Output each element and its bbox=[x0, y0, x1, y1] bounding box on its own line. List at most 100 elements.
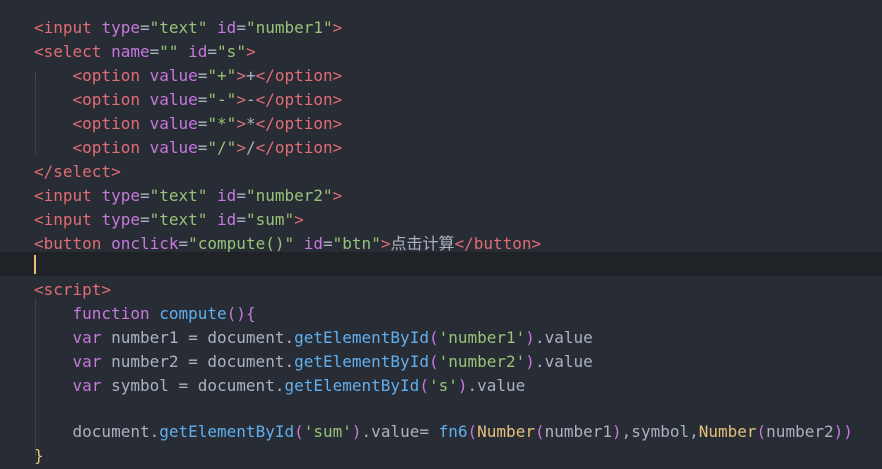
code-line[interactable]: <input type="text" id="sum"> bbox=[0, 208, 882, 232]
code-line-active[interactable] bbox=[0, 252, 882, 276]
code-token: "sum" bbox=[245, 210, 295, 229]
code-token: value bbox=[149, 66, 198, 85]
code-token: id bbox=[217, 18, 237, 37]
code-token: > bbox=[332, 186, 343, 205]
code-token: ( bbox=[294, 422, 304, 441]
code-token: value bbox=[149, 114, 198, 133]
text-cursor bbox=[34, 255, 36, 274]
code-token: value bbox=[149, 138, 198, 157]
code-text: <script> bbox=[34, 278, 111, 302]
code-text: document.getElementById('sum').value= fn… bbox=[34, 420, 853, 444]
code-token: = bbox=[197, 66, 208, 85]
code-token: compute bbox=[159, 304, 227, 323]
code-token: (){ bbox=[226, 304, 256, 323]
code-token: <script> bbox=[34, 280, 112, 299]
code-token: > bbox=[236, 138, 246, 157]
code-token: function bbox=[72, 304, 160, 323]
code-token: ,symbol, bbox=[621, 422, 699, 441]
code-token: 'number1' bbox=[438, 328, 526, 347]
code-text: <input type="text" id="number2"> bbox=[34, 184, 342, 208]
code-token: .value= bbox=[361, 422, 439, 441]
code-line[interactable]: <select name="" id="s"> bbox=[0, 40, 882, 64]
code-token: "/" bbox=[207, 138, 237, 157]
code-line[interactable]: <option value="-">-</option> bbox=[0, 88, 882, 112]
code-token: <option bbox=[72, 90, 150, 109]
code-token: type bbox=[101, 210, 140, 229]
code-token: fn6 bbox=[438, 422, 468, 441]
code-token: "text" bbox=[149, 210, 208, 229]
code-token: = bbox=[139, 18, 150, 37]
code-line[interactable]: } bbox=[0, 444, 882, 468]
code-text: <input type="text" id="sum"> bbox=[34, 208, 304, 232]
code-token: ( bbox=[419, 376, 429, 395]
code-token: ( bbox=[428, 328, 439, 347]
code-editor[interactable]: <input type="text" id="number1"> <select … bbox=[0, 0, 882, 469]
code-token: <button bbox=[34, 234, 112, 253]
code-line[interactable]: <input type="text" id="number1"> bbox=[0, 16, 882, 40]
code-line[interactable]: </select> bbox=[0, 160, 882, 184]
code-token: <option bbox=[72, 66, 150, 85]
code-token: = bbox=[236, 210, 246, 229]
code-token: > bbox=[245, 42, 256, 61]
code-token: > bbox=[332, 18, 343, 37]
code-line[interactable]: document.getElementById('sum').value= fn… bbox=[0, 420, 882, 444]
code-text: <option value="+">+</option> bbox=[34, 64, 343, 88]
code-line[interactable] bbox=[0, 398, 882, 422]
code-token: ) bbox=[612, 422, 622, 441]
code-token: = bbox=[178, 234, 189, 253]
code-line[interactable]: <option value="*">*</option> bbox=[0, 112, 882, 136]
code-token: onclick bbox=[111, 234, 179, 253]
code-token: = bbox=[236, 18, 246, 37]
code-text: <option value="/">/</option> bbox=[34, 136, 343, 160]
code-text: var number2 = document.getElementById('n… bbox=[34, 350, 593, 374]
code-line[interactable]: <input type="text" id="number2"> bbox=[0, 184, 882, 208]
code-line[interactable]: <script> bbox=[0, 278, 882, 302]
code-token: getElementById bbox=[284, 376, 420, 395]
code-token: ( bbox=[428, 352, 439, 371]
code-token: "number2" bbox=[245, 186, 333, 205]
code-token: </select> bbox=[34, 162, 121, 181]
code-token: ) bbox=[351, 422, 362, 441]
code-token: ) bbox=[525, 328, 535, 347]
code-text: <option value="*">*</option> bbox=[34, 112, 343, 136]
code-token: getElementById bbox=[159, 422, 295, 441]
code-token: var bbox=[72, 328, 112, 347]
code-line[interactable]: function compute(){ bbox=[0, 302, 882, 326]
code-token: "*" bbox=[207, 114, 237, 133]
code-token: </option> bbox=[255, 90, 343, 109]
code-line[interactable]: <option value="/">/</option> bbox=[0, 136, 882, 160]
code-token: getElementById bbox=[294, 352, 429, 371]
code-token: ( bbox=[534, 422, 545, 441]
code-token: = bbox=[197, 114, 208, 133]
code-token: var bbox=[72, 376, 112, 395]
code-line[interactable]: var number1 = document.getElementById('n… bbox=[0, 326, 882, 350]
code-line[interactable]: var number2 = document.getElementById('n… bbox=[0, 350, 882, 374]
code-token: <input bbox=[34, 18, 102, 37]
code-token: </option> bbox=[255, 114, 343, 133]
code-token: ( bbox=[756, 422, 767, 441]
code-token: > bbox=[236, 90, 246, 109]
code-token: ) bbox=[457, 376, 468, 395]
code-token: <option bbox=[72, 114, 150, 133]
code-text: var symbol = document.getElementById('s'… bbox=[34, 374, 526, 398]
code-token: id bbox=[217, 186, 237, 205]
code-line[interactable]: <option value="+">+</option> bbox=[0, 64, 882, 88]
code-token: </button> bbox=[454, 234, 542, 253]
code-token: + bbox=[245, 66, 256, 85]
code-token: ) bbox=[525, 352, 535, 371]
code-text: var number1 = document.getElementById('n… bbox=[34, 326, 593, 350]
code-text: function compute(){ bbox=[34, 302, 256, 326]
code-line[interactable]: var symbol = document.getElementById('s'… bbox=[0, 374, 882, 398]
code-token: / bbox=[245, 138, 256, 157]
code-token: "text" bbox=[149, 18, 208, 37]
code-token: = bbox=[323, 234, 333, 253]
